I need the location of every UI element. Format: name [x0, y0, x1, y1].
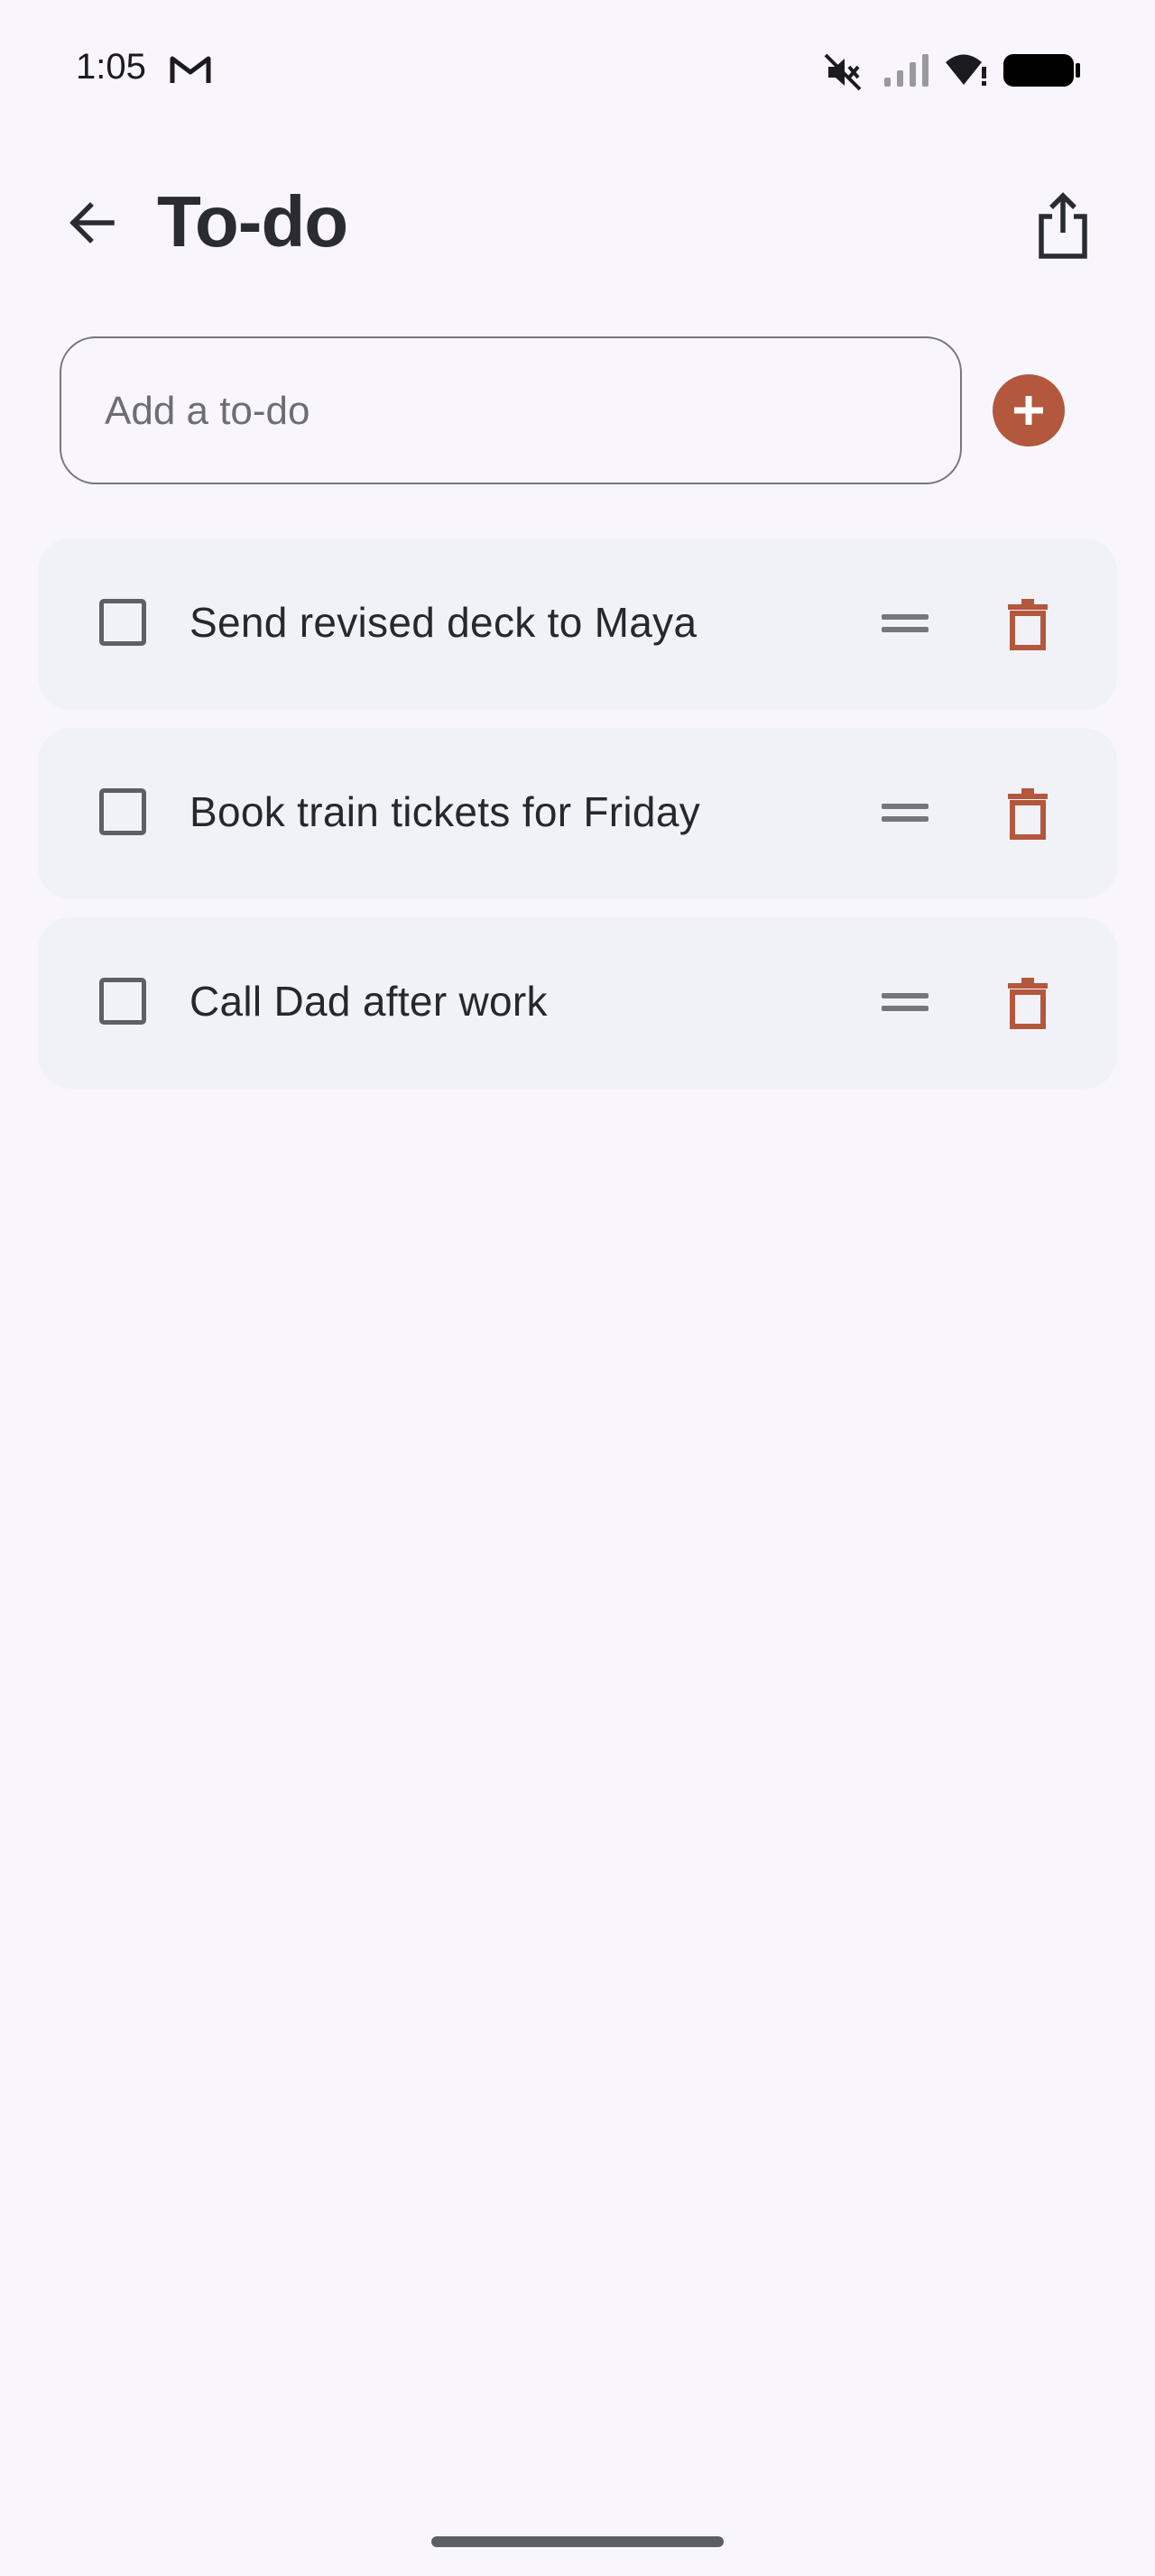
page-title: To-do — [157, 181, 348, 262]
status-bar: 1:05 — [0, 0, 1155, 135]
todo-label: Call Dad after work — [189, 978, 548, 1025]
trash-icon[interactable] — [1007, 598, 1049, 650]
home-indicator[interactable] — [431, 2536, 724, 2547]
gmail-icon — [170, 56, 211, 83]
drag-handle-icon[interactable] — [882, 796, 929, 832]
back-arrow-icon[interactable] — [63, 194, 121, 252]
todo-item: Book train tickets for Friday — [38, 728, 1117, 899]
plus-icon — [1014, 396, 1043, 425]
trash-icon[interactable] — [1007, 787, 1049, 840]
signal-icon — [884, 54, 929, 87]
add-todo-field — [60, 336, 962, 484]
todo-checkbox[interactable] — [99, 788, 146, 835]
drag-handle-icon[interactable] — [882, 985, 929, 1021]
wifi-icon — [946, 54, 986, 86]
todo-checkbox[interactable] — [99, 978, 146, 1025]
add-todo-input[interactable] — [103, 338, 919, 484]
add-todo-button[interactable] — [993, 374, 1065, 446]
mute-icon — [824, 53, 862, 91]
todo-item: Send revised deck to Maya — [38, 538, 1117, 710]
trash-icon[interactable] — [1007, 977, 1049, 1029]
todo-label: Book train tickets for Friday — [189, 788, 701, 835]
todo-item: Call Dad after work — [38, 917, 1117, 1089]
todo-label: Send revised deck to Maya — [189, 599, 698, 646]
battery-icon — [1003, 54, 1080, 87]
todo-checkbox[interactable] — [99, 599, 146, 646]
status-time: 1:05 — [76, 47, 146, 87]
drag-handle-icon[interactable] — [882, 606, 929, 642]
share-icon[interactable] — [1034, 191, 1092, 260]
